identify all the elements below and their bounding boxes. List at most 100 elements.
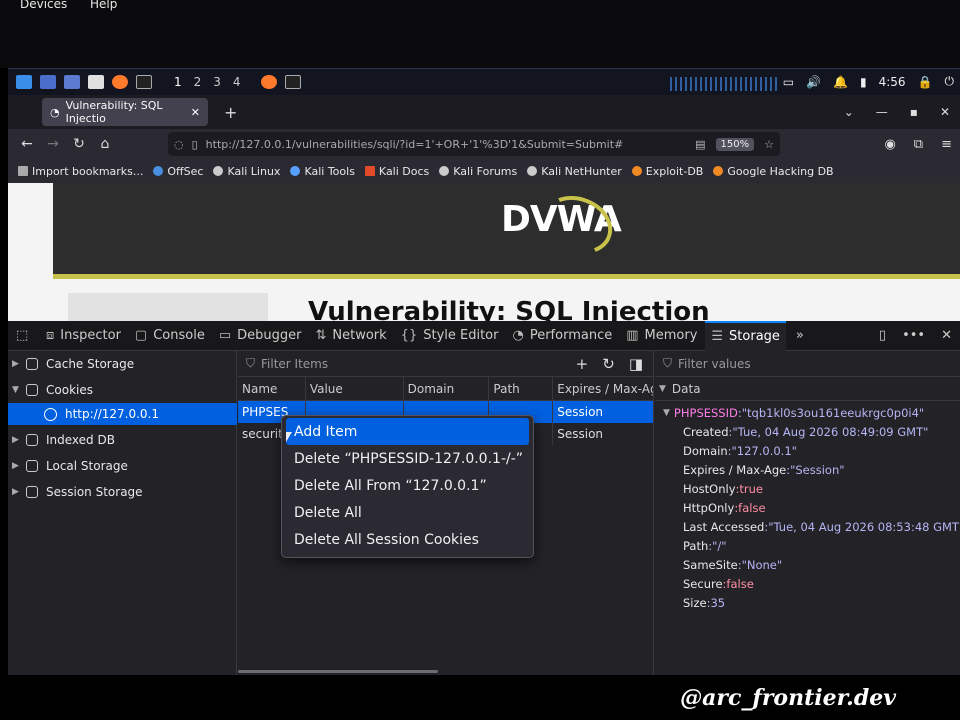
tab-list-icon[interactable]: ⌄ xyxy=(844,105,854,119)
desktop-icon[interactable] xyxy=(40,75,56,89)
back-icon[interactable]: ← xyxy=(20,136,34,152)
delete-item-menu-item[interactable]: Delete “PHPSESSID-127.0.0.1-/-” xyxy=(286,445,529,472)
shield-icon[interactable]: ◌ xyxy=(174,138,184,151)
minimize-icon[interactable]: — xyxy=(876,105,888,119)
data-field-row[interactable]: Size:35 xyxy=(655,593,960,612)
terminal-window-icon[interactable] xyxy=(284,75,301,89)
tab-vulnerability-sqli[interactable]: ◔ Vulnerability: SQL Injectio ✕ xyxy=(42,98,208,126)
dock-icon[interactable]: ▯ xyxy=(879,328,886,343)
delete-all-from-menu-item[interactable]: Delete All From “127.0.0.1” xyxy=(286,472,529,499)
expand-icon[interactable]: ▶ xyxy=(12,487,26,497)
reload-icon[interactable]: ↻ xyxy=(72,136,86,152)
data-root-entry[interactable]: ▼ PHPSESSID:"tqb1kl0s3ou161eeukrgc0p0i4" xyxy=(655,403,960,422)
maximize-icon[interactable]: ▪ xyxy=(910,105,918,119)
data-field-row[interactable]: HostOnly:true xyxy=(655,479,960,498)
tree-cookie-host[interactable]: http://127.0.0.1 xyxy=(8,403,237,425)
extensions-icon[interactable]: ⧉ xyxy=(914,137,923,152)
col-expires[interactable]: Expires / Max-Age xyxy=(553,377,653,400)
workspace-4[interactable]: 4 xyxy=(233,75,241,89)
terminal-launcher-icon[interactable] xyxy=(136,75,152,89)
filter-values-input[interactable]: Filter values xyxy=(678,357,751,371)
col-name[interactable]: Name xyxy=(238,377,306,400)
text-editor-icon[interactable] xyxy=(88,75,104,89)
col-domain[interactable]: Domain xyxy=(404,377,490,400)
data-field-row[interactable]: HttpOnly:false xyxy=(655,498,960,517)
kali-menu-icon[interactable] xyxy=(16,75,32,89)
firefox-window-icon[interactable] xyxy=(260,75,277,89)
tree-local-storage[interactable]: ▶ Local Storage xyxy=(8,455,237,477)
bookmark-star-icon[interactable]: ☆ xyxy=(764,138,774,151)
clock[interactable]: 4:56 xyxy=(879,75,906,89)
toggle-sidebar-icon[interactable]: ◨ xyxy=(629,355,643,373)
home-icon[interactable]: ⌂ xyxy=(98,136,112,152)
power-icon[interactable]: ⏻ xyxy=(945,74,955,89)
tab-console[interactable]: ▢ Console xyxy=(135,321,205,351)
page-info-icon[interactable]: ▯ xyxy=(192,138,198,151)
data-field-row[interactable]: Domain:"127.0.0.1" xyxy=(655,441,960,460)
firefox-launcher-icon[interactable] xyxy=(112,75,128,89)
display-icon[interactable]: ▭ xyxy=(783,75,794,89)
filter-items-input[interactable]: Filter Items xyxy=(261,357,328,371)
bookmark-import[interactable]: Import bookmarks... xyxy=(18,165,143,178)
tab-performance[interactable]: ◔ Performance xyxy=(512,321,612,351)
workspace-1[interactable]: 1 xyxy=(174,75,182,89)
data-field-row[interactable]: SameSite:"None" xyxy=(655,555,960,574)
bookmark-kali-forums[interactable]: Kali Forums xyxy=(439,165,517,178)
files-icon[interactable] xyxy=(64,75,80,89)
horizontal-scrollbar[interactable] xyxy=(238,670,438,673)
menu-help[interactable]: Help xyxy=(90,0,117,11)
data-field-row[interactable]: Created:"Tue, 04 Aug 2026 08:49:09 GMT" xyxy=(655,422,960,441)
menu-devices[interactable]: Devices xyxy=(20,0,67,11)
add-item-menu-item[interactable]: Add Item xyxy=(286,418,529,445)
tree-indexed-db[interactable]: ▶ Indexed DB xyxy=(8,429,237,451)
expand-icon[interactable]: ▶ xyxy=(12,435,26,445)
close-tab-icon[interactable]: ✕ xyxy=(191,106,200,119)
data-field-row[interactable]: Secure:false xyxy=(655,574,960,593)
battery-icon[interactable]: ▮ xyxy=(860,75,867,89)
collapse-icon[interactable]: ▼ xyxy=(659,384,666,394)
tab-memory[interactable]: ▥ Memory xyxy=(626,321,697,351)
data-section-header[interactable]: ▼ Data xyxy=(655,377,960,401)
bookmark-kali-tools[interactable]: Kali Tools xyxy=(290,165,355,178)
account-icon[interactable]: ◉ xyxy=(884,137,895,152)
lock-icon[interactable]: 🔒 xyxy=(918,75,933,89)
add-item-icon[interactable]: + xyxy=(576,355,589,373)
reader-view-icon[interactable]: ▤ xyxy=(695,138,705,151)
url-text[interactable]: http://127.0.0.1/vulnerabilities/sqli/?i… xyxy=(206,138,624,151)
tree-cookies[interactable]: ▼ Cookies xyxy=(8,379,237,401)
forward-icon[interactable]: → xyxy=(46,136,60,152)
refresh-icon[interactable]: ↻ xyxy=(602,355,615,373)
bookmark-offsec[interactable]: OffSec xyxy=(153,165,203,178)
delete-all-menu-item[interactable]: Delete All xyxy=(286,499,529,526)
expand-icon[interactable]: ▶ xyxy=(12,359,26,369)
data-field-row[interactable]: Last Accessed:"Tue, 04 Aug 2026 08:53:48… xyxy=(655,517,960,536)
bookmark-kali-docs[interactable]: Kali Docs xyxy=(364,165,429,178)
tab-inspector[interactable]: ⧈ Inspector xyxy=(46,321,121,351)
zoom-badge[interactable]: 150% xyxy=(715,137,755,151)
col-value[interactable]: Value xyxy=(306,377,404,400)
notification-icon[interactable]: 🔔 xyxy=(833,75,848,89)
options-icon[interactable]: ••• xyxy=(902,328,925,343)
tree-cache-storage[interactable]: ▶ Cache Storage xyxy=(8,353,237,375)
collapse-icon[interactable]: ▼ xyxy=(663,408,670,418)
volume-icon[interactable]: 🔊 xyxy=(806,75,821,89)
workspace-3[interactable]: 3 xyxy=(213,75,221,89)
tab-style-editor[interactable]: {} Style Editor xyxy=(401,321,499,351)
url-bar[interactable]: ◌ ▯ http://127.0.0.1/vulnerabilities/sql… xyxy=(168,132,780,156)
bookmark-kali-nethunter[interactable]: Kali NetHunter xyxy=(527,165,622,178)
col-path[interactable]: Path xyxy=(489,377,554,400)
workspace-2[interactable]: 2 xyxy=(194,75,202,89)
data-field-row[interactable]: Path:"/" xyxy=(655,536,960,555)
data-field-row[interactable]: Expires / Max-Age:"Session" xyxy=(655,460,960,479)
tab-debugger[interactable]: ▭ Debugger xyxy=(219,321,302,351)
delete-all-session-menu-item[interactable]: Delete All Session Cookies xyxy=(286,526,529,553)
bookmark-google-hacking-db[interactable]: Google Hacking DB xyxy=(713,165,834,178)
element-picker-icon[interactable]: ⬚ xyxy=(16,328,32,343)
tree-session-storage[interactable]: ▶ Session Storage xyxy=(8,481,237,503)
collapse-icon[interactable]: ▼ xyxy=(12,385,26,395)
bookmark-exploit-db[interactable]: Exploit-DB xyxy=(631,165,703,178)
new-tab-icon[interactable]: + xyxy=(224,103,237,122)
menu-icon[interactable]: ≡ xyxy=(941,137,952,152)
expand-icon[interactable]: ▶ xyxy=(12,461,26,471)
bookmark-kali-linux[interactable]: Kali Linux xyxy=(213,165,280,178)
